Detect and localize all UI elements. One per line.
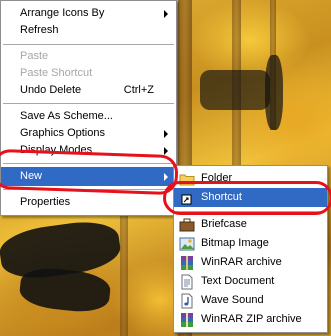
menu-separator [3,103,174,104]
menu-item-label: Undo Delete [20,84,82,96]
submenu-item-briefcase[interactable]: Briefcase [174,215,327,234]
submenu-item-winrar-archive[interactable]: WinRAR archive [174,253,327,272]
submenu-item-bitmap-image[interactable]: Bitmap Image [174,234,327,253]
winrar-zip-icon [181,313,193,327]
desktop-context-menu: Arrange Icons By Refresh Paste Paste Sho… [0,0,177,216]
shortcut-icon [181,194,192,205]
submenu-item-winrar-zip-archive[interactable]: WinRAR ZIP archive [174,310,327,329]
menu-item-label: Text Document [201,275,275,287]
submenu-arrow-icon [164,173,168,181]
menu-item-label: Refresh [20,24,59,36]
menu-item-properties[interactable]: Properties [1,193,176,212]
submenu-arrow-icon [164,10,168,18]
folder-icon [179,174,195,186]
submenu-item-wave-sound[interactable]: Wave Sound [174,291,327,310]
wave-sound-icon [181,293,193,309]
black-scribble [200,70,270,110]
menu-item-undo-delete[interactable]: Undo Delete Ctrl+Z [1,81,176,100]
winrar-archive-icon [181,256,193,270]
black-scribble [18,265,112,315]
menu-item-label: Display Modes [20,144,93,156]
menu-item-new[interactable]: New [1,167,176,186]
menu-separator [3,189,174,190]
menu-item-label: Briefcase [201,218,247,230]
menu-item-refresh[interactable]: Refresh [1,21,176,40]
menu-separator [176,211,325,212]
submenu-item-shortcut[interactable]: Shortcut [174,188,327,207]
submenu-item-folder[interactable]: Folder [174,169,327,188]
new-submenu: Folder Shortcut Briefcase Bitmap Image W… [173,165,328,333]
menu-item-label: WinRAR archive [201,256,282,268]
briefcase-icon [179,218,195,232]
menu-item-label: WinRAR ZIP archive [201,313,302,325]
menu-item-label: Shortcut [201,191,242,203]
menu-separator [3,44,174,45]
submenu-item-text-document[interactable]: Text Document [174,272,327,291]
menu-separator [3,163,174,164]
black-scribble [265,55,283,130]
menu-item-label: Bitmap Image [201,237,269,249]
menu-item-label: Properties [20,196,71,208]
shortcut-key-label: Ctrl+Z [123,84,154,96]
submenu-arrow-icon [164,147,168,155]
menu-item-label: Folder [201,172,233,184]
bitmap-image-icon [179,237,195,251]
menu-item-display-modes[interactable]: Display Modes [1,141,176,160]
submenu-arrow-icon [164,130,168,138]
text-document-icon [181,274,193,290]
menu-item-label: New [20,170,43,182]
menu-item-label: Wave Sound [201,294,264,306]
